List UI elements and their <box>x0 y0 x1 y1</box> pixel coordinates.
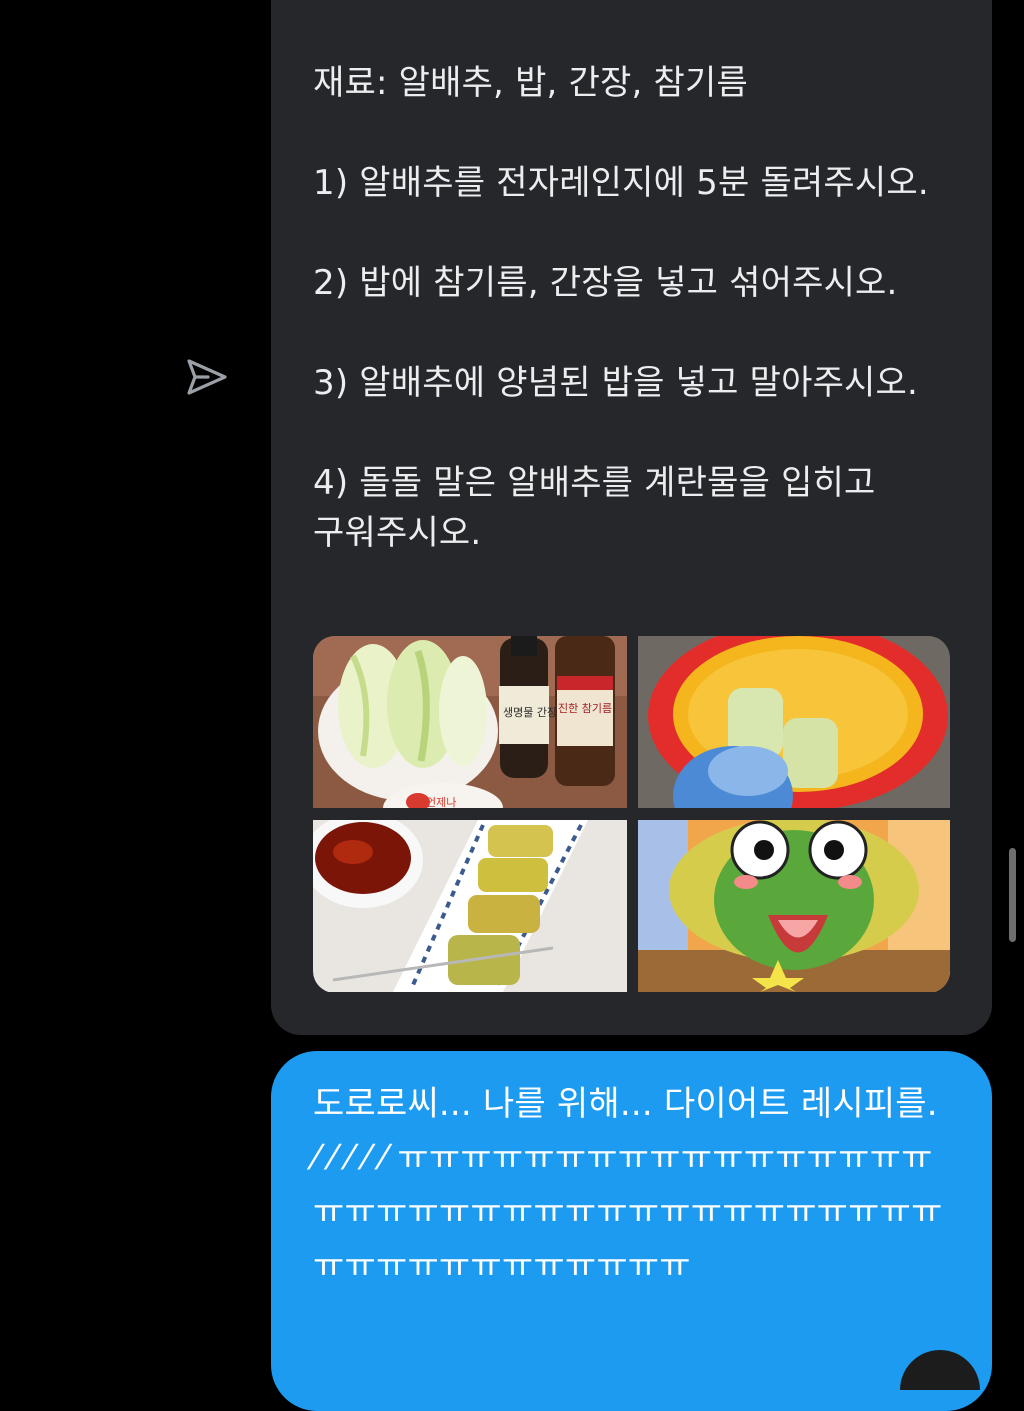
share-button[interactable] <box>180 355 232 403</box>
step-3: 3) 알배추에 양념된 밥을 넣고 말아주시오. <box>313 363 919 403</box>
step-4: 4) 돌돌 말은 알배추를 계란물을 입히고 구워주시오. <box>313 463 876 553</box>
outgoing-message-text: 도로로씨... 나를 위해... 다이어트 레시피를. ⁄ ⁄ ⁄ ⁄ ⁄ ㅠㅠ… <box>313 1084 943 1286</box>
incoming-message-text: 재료: 알배추, 밥, 간장, 참기름 1) 알배추를 전자레인지에 5분 돌려… <box>313 58 952 558</box>
message-image-grid: 언제나 생명물 간장 진한 참기름 <box>313 636 950 993</box>
soy-sauce-label: 생명물 간장 <box>503 706 557 719</box>
ingredients-line: 재료: 알배추, 밥, 간장, 참기름 <box>313 63 748 103</box>
incoming-message-bubble: 재료: 알배추, 밥, 간장, 참기름 1) 알배추를 전자레인지에 5분 돌려… <box>271 0 992 1035</box>
photo-egg-wash[interactable] <box>638 636 950 808</box>
send-icon <box>184 357 228 401</box>
photo-ingredients[interactable]: 언제나 생명물 간장 진한 참기름 <box>313 636 627 808</box>
sesame-oil-label: 진한 참기름 <box>558 702 612 715</box>
step-2: 2) 밥에 참기름, 간장을 넣고 섞어주시오. <box>313 263 898 303</box>
bowl-label: 언제나 <box>426 796 456 808</box>
step-1: 1) 알배추를 전자레인지에 5분 돌려주시오. <box>313 163 929 203</box>
scrollbar-thumb[interactable] <box>1009 848 1016 942</box>
photo-cooked-rolls[interactable] <box>313 820 627 992</box>
outgoing-message-bubble: 도로로씨... 나를 위해... 다이어트 레시피를. ⁄ ⁄ ⁄ ⁄ ⁄ ㅠㅠ… <box>271 1051 992 1411</box>
photo-cartoon-character[interactable] <box>638 820 950 992</box>
